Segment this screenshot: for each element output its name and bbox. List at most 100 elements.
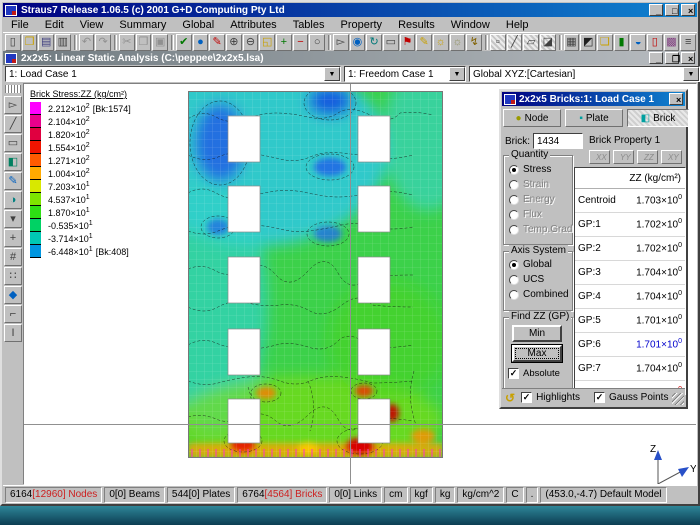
scale-down-icon[interactable]: − <box>293 34 309 51</box>
radio-icon[interactable] <box>509 225 519 235</box>
brick-results-dialog[interactable]: 2x2x5 Bricks:1: Load Case 1 × ●Node ▪Pla… <box>499 89 688 409</box>
zoom-box-icon[interactable]: ◱ <box>259 34 275 51</box>
menu-item[interactable]: Summary <box>111 18 174 32</box>
cut-icon[interactable]: ✂ <box>119 34 135 51</box>
zoom-in-icon[interactable]: ⊕ <box>226 34 242 51</box>
load-case-combo[interactable]: 1: Load Case 1 ▼ <box>5 66 341 82</box>
label-icon[interactable]: ◆ <box>4 286 22 304</box>
menu-item[interactable]: File <box>3 18 37 32</box>
component-xy-button[interactable]: XY <box>661 150 682 164</box>
pencil-icon[interactable]: ✎ <box>4 172 22 190</box>
line-select-icon[interactable]: ╱ <box>4 115 22 133</box>
flag-icon[interactable]: ⚑ <box>400 34 416 51</box>
ibeam-icon[interactable]: I <box>4 324 22 342</box>
refresh-icon[interactable]: ↺ <box>505 391 515 405</box>
plate-toggle-icon[interactable]: ▱ <box>523 34 539 51</box>
bar-icon[interactable]: ▮ <box>614 34 630 51</box>
menu-item[interactable]: Window <box>443 18 498 32</box>
contour-icon[interactable]: ◩ <box>580 34 596 51</box>
quantity-radio[interactable]: Strain <box>504 177 572 192</box>
menu-item[interactable]: Property <box>332 18 390 32</box>
menu-item[interactable]: Help <box>498 18 537 32</box>
edit-icon[interactable]: ✎ <box>416 34 432 51</box>
rect-select-icon[interactable]: ▭ <box>4 134 22 152</box>
paint-icon[interactable]: ◑ <box>4 191 22 209</box>
print-icon[interactable]: ▥ <box>55 34 71 51</box>
find-min-button[interactable]: Min <box>512 325 562 342</box>
menu-item[interactable]: Tables <box>285 18 333 32</box>
model-close-button[interactable]: × <box>681 52 695 64</box>
radio-icon[interactable] <box>509 275 519 285</box>
grid-icon[interactable]: # <box>4 248 22 266</box>
save-icon[interactable]: ▤ <box>38 34 54 51</box>
draw-icon[interactable]: ✎ <box>209 34 225 51</box>
wireframe-icon[interactable]: ▦ <box>564 34 580 51</box>
view-icon[interactable]: ◒ <box>630 34 646 51</box>
separator[interactable] <box>485 35 488 50</box>
copy-icon[interactable]: ❐ <box>136 34 152 51</box>
separator[interactable] <box>114 35 117 50</box>
paste-icon[interactable]: ▣ <box>152 34 168 51</box>
model-restore-button[interactable]: ❐ <box>665 52 679 64</box>
select-arrow-icon[interactable]: ▻ <box>4 96 22 114</box>
node-toggle-icon[interactable]: ▫ <box>490 34 506 51</box>
pointer-icon[interactable]: ▻ <box>333 34 349 51</box>
separator[interactable] <box>171 35 174 50</box>
close-button[interactable]: × <box>681 4 695 16</box>
chevron-down-icon[interactable]: ▼ <box>449 67 465 81</box>
axis-system-radio[interactable]: UCS <box>504 272 572 287</box>
open-icon[interactable]: ❒ <box>22 34 38 51</box>
absolute-checkbox-row[interactable]: Absolute <box>508 368 560 379</box>
minimize-button[interactable]: _ <box>649 4 663 16</box>
axis-system-radio[interactable]: Global <box>504 257 572 272</box>
component-xx-button[interactable]: XX <box>589 150 610 164</box>
menu-item[interactable]: Global <box>174 18 222 32</box>
corner-icon[interactable]: ⌐ <box>4 305 22 323</box>
menu-item[interactable]: Results <box>390 18 443 32</box>
find-max-button[interactable]: Max <box>512 345 562 362</box>
image-icon[interactable]: ▩ <box>664 34 680 51</box>
coord-system-combo[interactable]: Global XYZ:[Cartesian] ▼ <box>469 66 700 82</box>
light-off-icon[interactable]: ☼ <box>450 34 466 51</box>
report-icon[interactable]: ▯ <box>647 34 663 51</box>
checkbox-icon[interactable] <box>594 392 605 403</box>
freedom-case-combo[interactable]: 1: Freedom Case 1 ▼ <box>344 66 466 82</box>
component-yy-button[interactable]: YY <box>613 150 634 164</box>
brick-toggle-icon[interactable]: ◪ <box>540 34 556 51</box>
points-icon[interactable]: ∷ <box>4 267 22 285</box>
gauss-points-checkbox-row[interactable]: Gauss Points <box>594 392 668 403</box>
separator[interactable] <box>328 35 331 50</box>
quantity-radio[interactable]: Temp.Grad <box>504 222 572 237</box>
chevron-down-icon[interactable]: ▼ <box>683 67 699 81</box>
rotate-icon[interactable]: ↻ <box>366 34 382 51</box>
separator[interactable] <box>559 35 562 50</box>
radio-icon[interactable] <box>509 260 519 270</box>
lightning-icon[interactable]: ↯ <box>466 34 482 51</box>
plate-button[interactable]: ▪Plate <box>565 109 623 127</box>
chevron-down-icon[interactable]: ▼ <box>324 67 340 81</box>
undo-icon[interactable]: ↶ <box>79 34 95 51</box>
solve-icon[interactable]: ✔ <box>176 34 192 51</box>
axis-system-radio[interactable]: Combined <box>504 287 572 302</box>
dropdown-icon[interactable]: ▾ <box>4 210 22 228</box>
quantity-radio[interactable]: Flux <box>504 207 572 222</box>
list-icon[interactable]: ≡ <box>680 34 696 51</box>
radio-icon[interactable] <box>509 180 519 190</box>
magnifier-icon[interactable]: ○ <box>309 34 325 51</box>
light-on-icon[interactable]: ☼ <box>433 34 449 51</box>
brick-select-icon[interactable]: ◧ <box>4 153 22 171</box>
scale-up-icon[interactable]: + <box>276 34 292 51</box>
menu-item[interactable]: Attributes <box>222 18 284 32</box>
redo-icon[interactable]: ↷ <box>95 34 111 51</box>
menu-item[interactable]: Edit <box>37 18 72 32</box>
separator[interactable] <box>74 35 77 50</box>
radio-icon[interactable] <box>509 210 519 220</box>
dialog-close-button[interactable]: × <box>669 93 683 105</box>
node-button[interactable]: ●Node <box>503 109 561 127</box>
box-select-icon[interactable]: ▭ <box>383 34 399 51</box>
crosshair-icon[interactable]: + <box>4 229 22 247</box>
brick-button[interactable]: ◧Brick <box>627 109 689 127</box>
maximize-button[interactable]: □ <box>665 4 679 16</box>
folder-icon[interactable]: ❏ <box>597 34 613 51</box>
quantity-radio[interactable]: Energy <box>504 192 572 207</box>
